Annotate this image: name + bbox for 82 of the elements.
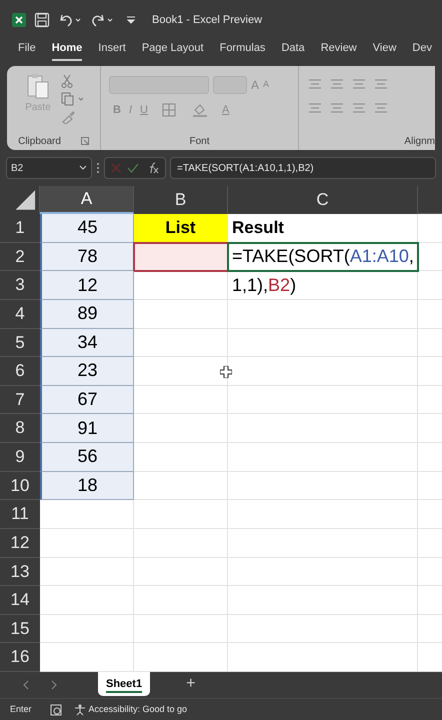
row-header[interactable]: 1 xyxy=(0,214,40,243)
row-header[interactable]: 4 xyxy=(0,300,40,328)
cell-cursor-icon xyxy=(220,366,232,378)
align-icon[interactable] xyxy=(375,102,387,114)
group-label: Alignm xyxy=(404,134,435,148)
ribbon-tab[interactable]: Page Layout xyxy=(142,40,204,60)
fill-bucket-icon[interactable] xyxy=(192,103,208,117)
copy-icon[interactable] xyxy=(61,92,85,106)
column-header[interactable]: C xyxy=(228,186,418,214)
redo-icon[interactable] xyxy=(90,12,114,28)
font-size-field[interactable] xyxy=(213,76,247,94)
row-header[interactable]: 6 xyxy=(0,357,40,386)
table-cell: 34 xyxy=(40,328,134,358)
table-cell: 89 xyxy=(40,300,134,328)
ribbon-tab[interactable]: Review xyxy=(320,40,357,60)
align-icon[interactable] xyxy=(353,102,365,114)
row-header[interactable]: 10 xyxy=(0,472,40,500)
cancel-icon[interactable] xyxy=(111,163,121,173)
column-header[interactable]: A xyxy=(40,186,134,214)
scissors-icon[interactable] xyxy=(61,74,73,88)
scroll-right-icon[interactable] xyxy=(50,680,58,690)
row-header[interactable]: 15 xyxy=(0,614,40,644)
row-header[interactable]: 5 xyxy=(0,328,40,358)
sheet-tab[interactable]: Sheet1 xyxy=(98,672,150,696)
ribbon-tab[interactable]: Insert xyxy=(98,40,126,60)
table-cell: 56 xyxy=(40,443,134,472)
dialog-launcher-icon[interactable] xyxy=(80,137,89,145)
table-cell: 12 xyxy=(40,271,134,300)
row-header[interactable]: 12 xyxy=(0,528,40,558)
scroll-left-icon[interactable] xyxy=(22,680,30,690)
table-cell: 91 xyxy=(40,414,134,443)
table-cell: List xyxy=(134,214,228,243)
ribbon-tab[interactable]: Home xyxy=(52,40,82,60)
group-label: Clipboard xyxy=(18,134,61,148)
undo-icon[interactable] xyxy=(58,12,82,28)
row-header[interactable]: 11 xyxy=(0,500,40,529)
align-icon[interactable] xyxy=(331,78,343,90)
active-cell: =TAKE(SORT(A1:A10, xyxy=(228,242,418,272)
row-header[interactable]: 2 xyxy=(0,242,40,272)
align-icon[interactable] xyxy=(331,102,343,114)
row-header[interactable]: 8 xyxy=(0,414,40,443)
ribbon-tab[interactable]: Formulas xyxy=(220,40,266,60)
clipboard-icon xyxy=(26,72,50,100)
save-icon[interactable] xyxy=(34,12,50,28)
status-mode: Enter xyxy=(10,702,32,716)
table-cell: 78 xyxy=(40,242,134,272)
group-label: Font xyxy=(189,134,210,148)
ribbon-tab[interactable]: View xyxy=(372,40,396,60)
row-header[interactable]: 14 xyxy=(0,586,40,615)
table-cell: 18 xyxy=(40,472,134,500)
table-cell: 67 xyxy=(40,386,134,414)
ribbon-tab[interactable]: Data xyxy=(281,40,305,60)
customize-toolbar-icon[interactable] xyxy=(126,15,136,25)
enter-check-icon[interactable] xyxy=(127,163,139,173)
borders-icon[interactable] xyxy=(162,103,176,117)
row-header[interactable]: 13 xyxy=(0,558,40,586)
add-sheet-button[interactable]: + xyxy=(186,674,196,694)
row-header[interactable]: 9 xyxy=(0,443,40,472)
align-icon[interactable] xyxy=(375,78,387,90)
align-icon[interactable] xyxy=(309,78,321,90)
ribbon-tab[interactable]: Dev xyxy=(412,40,432,60)
name-box[interactable]: B2 xyxy=(6,157,92,179)
macro-recording-icon[interactable] xyxy=(50,704,62,716)
align-icon[interactable] xyxy=(353,78,365,90)
align-icon[interactable] xyxy=(309,102,321,114)
ribbon-tab[interactable]: File xyxy=(18,40,36,60)
dropdown-caret-icon xyxy=(79,165,87,171)
accessibility-button[interactable]: Accessibility: Good to go xyxy=(74,702,188,716)
window-title: Book1 - Excel Preview xyxy=(152,12,262,28)
table-cell: Result xyxy=(228,214,418,243)
accessibility-icon xyxy=(74,704,86,716)
table-cell: 45 xyxy=(40,214,134,243)
formula-field[interactable]: =TAKE(SORT(A1:A10,1,1),B2) xyxy=(170,157,436,179)
row-header[interactable]: 3 xyxy=(0,271,40,300)
table-cell: 23 xyxy=(40,357,134,386)
font-name-field[interactable] xyxy=(109,76,209,94)
more-icon xyxy=(96,162,100,174)
table-cell: 1,1),B2) xyxy=(228,271,418,300)
format-painter-icon[interactable] xyxy=(61,110,75,124)
row-header[interactable]: 7 xyxy=(0,386,40,414)
row-header[interactable]: 16 xyxy=(0,643,40,672)
excel-logo-icon[interactable] xyxy=(12,13,26,27)
